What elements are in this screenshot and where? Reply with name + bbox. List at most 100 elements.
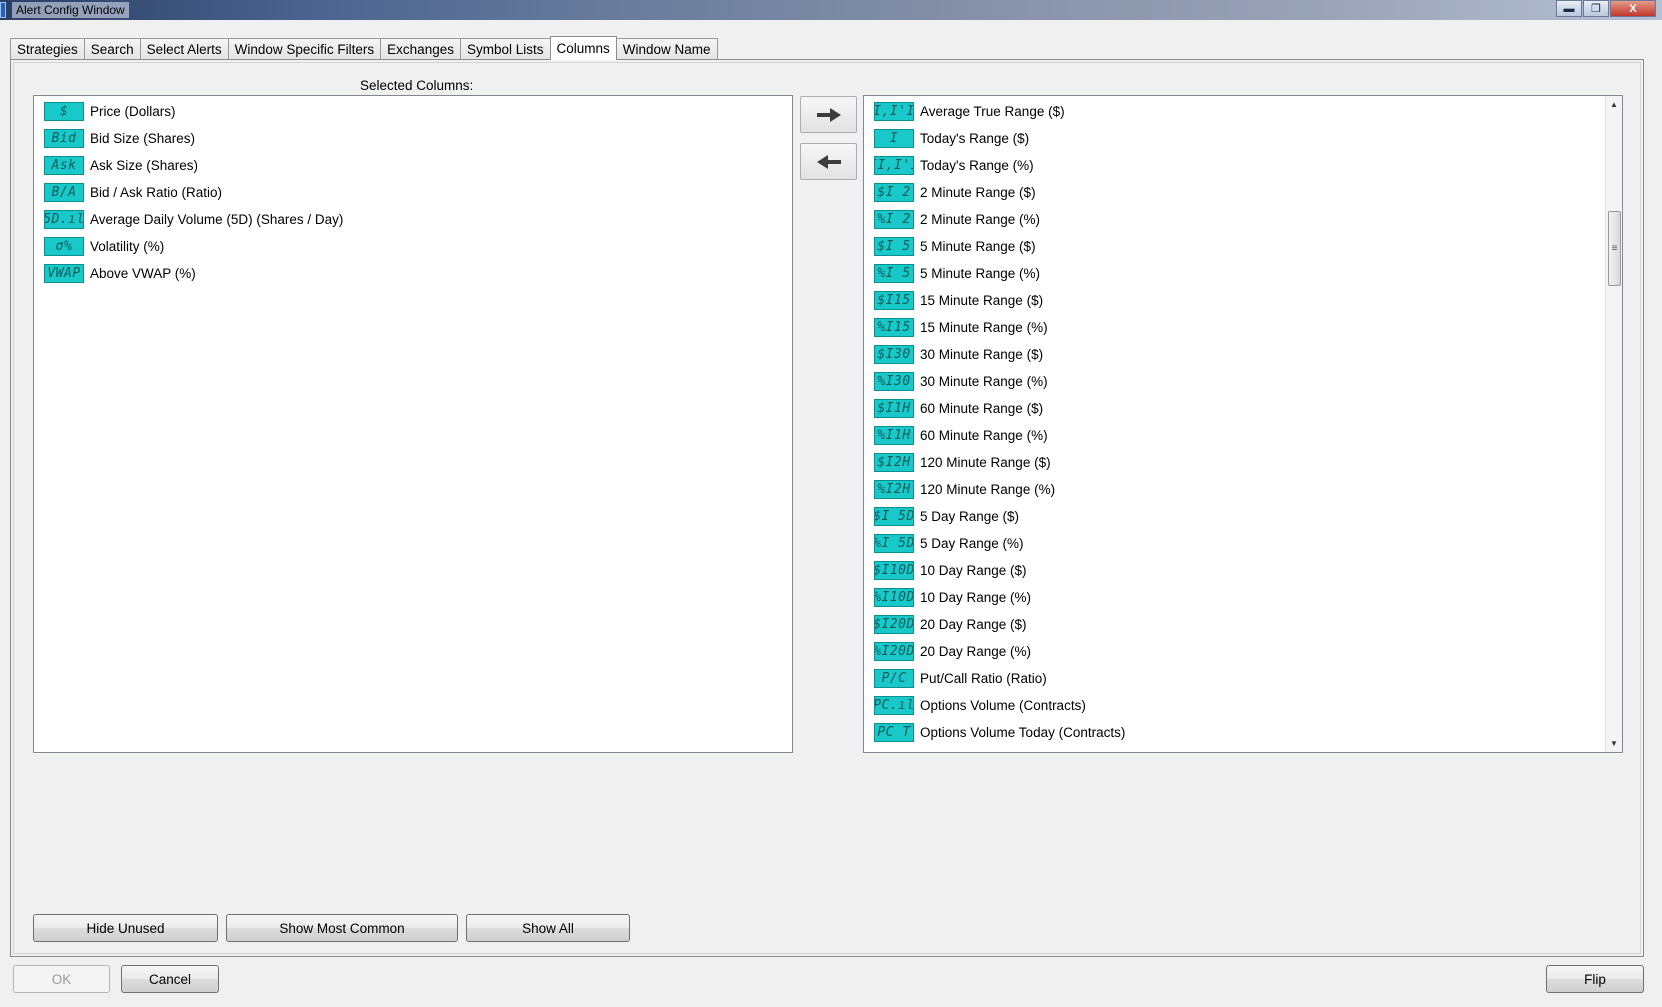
available-column-item[interactable]: %I 5 5 Minute Range (%): [864, 260, 1622, 287]
available-column-item[interactable]: $I 5 5 Minute Range ($): [864, 233, 1622, 260]
column-label: Average True Range ($): [920, 104, 1065, 119]
column-type-icon: Ask: [44, 156, 84, 175]
scroll-up-icon[interactable]: ▲: [1606, 96, 1622, 113]
ok-button[interactable]: OK: [13, 965, 110, 993]
column-type-icon: %I1H: [874, 426, 914, 445]
show-most-common-button[interactable]: Show Most Common: [226, 914, 458, 942]
column-label: 10 Day Range (%): [920, 590, 1032, 605]
column-label: 5 Day Range ($): [920, 509, 1020, 524]
selected-column-item[interactable]: VWAP Above VWAP (%): [34, 260, 792, 287]
available-column-item[interactable]: I,I'I Average True Range ($): [864, 98, 1622, 125]
show-all-button[interactable]: Show All: [466, 914, 630, 942]
column-type-icon: %I 5: [874, 264, 914, 283]
column-label: 5 Day Range (%): [920, 536, 1024, 551]
available-column-item[interactable]: P/C Put/Call Ratio (Ratio): [864, 665, 1622, 692]
available-column-item[interactable]: %I1H 60 Minute Range (%): [864, 422, 1622, 449]
column-type-icon: PC T: [874, 723, 914, 742]
available-column-item[interactable]: $I15 15 Minute Range ($): [864, 287, 1622, 314]
selected-column-item[interactable]: B/A Bid / Ask Ratio (Ratio): [34, 179, 792, 206]
available-column-item[interactable]: %I 2 2 Minute Range (%): [864, 206, 1622, 233]
available-column-item[interactable]: $I20D 20 Day Range ($): [864, 611, 1622, 638]
available-column-item[interactable]: %I30 30 Minute Range (%): [864, 368, 1622, 395]
available-columns-scrollbar[interactable]: ▲ ≡ ▼: [1605, 96, 1622, 752]
column-label: Options Volume Today (Contracts): [920, 725, 1126, 740]
remove-column-button[interactable]: [800, 143, 857, 180]
available-column-item[interactable]: PC.ıl Options Volume (Contracts): [864, 692, 1622, 719]
column-type-icon: $I 2: [874, 183, 914, 202]
hide-unused-button[interactable]: Hide Unused: [33, 914, 218, 942]
column-type-icon: $I 5D: [874, 507, 914, 526]
available-column-item[interactable]: %I20D 20 Day Range (%): [864, 638, 1622, 665]
available-column-item[interactable]: $I2H 120 Minute Range ($): [864, 449, 1622, 476]
column-type-icon: P/C: [874, 669, 914, 688]
available-column-item[interactable]: $I10D 10 Day Range ($): [864, 557, 1622, 584]
column-label: 15 Minute Range (%): [920, 320, 1048, 335]
column-label: 5 Minute Range ($): [920, 239, 1036, 254]
tab-window-name[interactable]: Window Name: [615, 38, 718, 60]
selected-column-item[interactable]: Bid Bid Size (Shares): [34, 125, 792, 152]
available-column-item[interactable]: $I1H 60 Minute Range ($): [864, 395, 1622, 422]
available-column-item[interactable]: $I 2 2 Minute Range ($): [864, 179, 1622, 206]
column-type-icon: $I2H: [874, 453, 914, 472]
close-button[interactable]: X: [1610, 0, 1656, 17]
column-type-icon: $I30: [874, 345, 914, 364]
selected-column-item[interactable]: Ask Ask Size (Shares): [34, 152, 792, 179]
available-columns-list[interactable]: I,I'I Average True Range ($) I Today's Rang…: [863, 95, 1623, 753]
tab-columns[interactable]: Columns: [549, 36, 617, 60]
column-label: 2 Minute Range (%): [920, 212, 1041, 227]
restore-button[interactable]: ❐: [1583, 0, 1609, 17]
column-type-icon: $I 5: [874, 237, 914, 256]
column-label: Bid Size (Shares): [90, 131, 196, 146]
column-type-icon: VWAP: [44, 264, 84, 283]
column-type-icon: %I 5D: [874, 534, 914, 553]
column-label: 60 Minute Range ($): [920, 401, 1044, 416]
cancel-button[interactable]: Cancel: [121, 965, 219, 993]
selected-column-item[interactable]: $ Price (Dollars): [34, 98, 792, 125]
flip-button[interactable]: Flip: [1546, 965, 1644, 993]
scroll-down-icon[interactable]: ▼: [1606, 735, 1622, 752]
column-label: Volatility (%): [90, 239, 165, 254]
minimize-button[interactable]: ▬: [1556, 0, 1582, 17]
column-label: 5 Minute Range (%): [920, 266, 1041, 281]
column-label: 20 Day Range ($): [920, 617, 1027, 632]
available-column-item[interactable]: %I 5D 5 Day Range (%): [864, 530, 1622, 557]
column-label: 120 Minute Range (%): [920, 482, 1056, 497]
available-column-item[interactable]: %I2H 120 Minute Range (%): [864, 476, 1622, 503]
tab-symbol-lists[interactable]: Symbol Lists: [459, 38, 551, 60]
selected-column-item[interactable]: σ% Volatility (%): [34, 233, 792, 260]
arrow-left-icon: [816, 154, 841, 169]
available-column-item[interactable]: $I30 30 Minute Range ($): [864, 341, 1622, 368]
column-type-icon: $I20D: [874, 615, 914, 634]
column-label: 20 Day Range (%): [920, 644, 1032, 659]
available-column-item[interactable]: $I 5D 5 Day Range ($): [864, 503, 1622, 530]
column-label: 60 Minute Range (%): [920, 428, 1048, 443]
scroll-thumb[interactable]: ≡: [1608, 211, 1621, 286]
column-label: Average Daily Volume (5D) (Shares / Day): [90, 212, 344, 227]
available-column-item[interactable]: I Today's Range ($): [864, 125, 1622, 152]
column-type-icon: %I2H: [874, 480, 914, 499]
selected-column-item[interactable]: 5D.ıl Average Daily Volume (5D) (Shares /…: [34, 206, 792, 233]
column-label: 30 Minute Range (%): [920, 374, 1048, 389]
column-label: Ask Size (Shares): [90, 158, 199, 173]
window-controls: ▬ ❐ X: [1555, 0, 1656, 17]
available-column-item[interactable]: II,I'I Today's Range (%): [864, 152, 1622, 179]
available-column-item[interactable]: %I15 15 Minute Range (%): [864, 314, 1622, 341]
column-label: Today's Range ($): [920, 131, 1030, 146]
available-column-item[interactable]: %I10D 10 Day Range (%): [864, 584, 1622, 611]
add-column-button[interactable]: [800, 96, 857, 133]
column-type-icon: PC.ıl: [874, 696, 914, 715]
column-type-icon: σ%: [44, 237, 84, 256]
column-type-icon: $I1H: [874, 399, 914, 418]
column-type-icon: B/A: [44, 183, 84, 202]
tab-strategies[interactable]: Strategies: [10, 38, 85, 60]
tab-select-alerts[interactable]: Select Alerts: [139, 38, 229, 60]
available-column-item[interactable]: PC T Options Volume Today (Contracts): [864, 719, 1622, 746]
column-label: 10 Day Range ($): [920, 563, 1027, 578]
tab-search[interactable]: Search: [83, 38, 141, 60]
column-type-icon: $I15: [874, 291, 914, 310]
selected-columns-list[interactable]: $ Price (Dollars) Bid Bid Size (Shares) Ask A…: [33, 95, 793, 753]
tab-exchanges[interactable]: Exchanges: [380, 38, 461, 60]
tab-window-specific-filters[interactable]: Window Specific Filters: [227, 38, 382, 60]
column-label: Put/Call Ratio (Ratio): [920, 671, 1047, 686]
column-label: Bid / Ask Ratio (Ratio): [90, 185, 223, 200]
